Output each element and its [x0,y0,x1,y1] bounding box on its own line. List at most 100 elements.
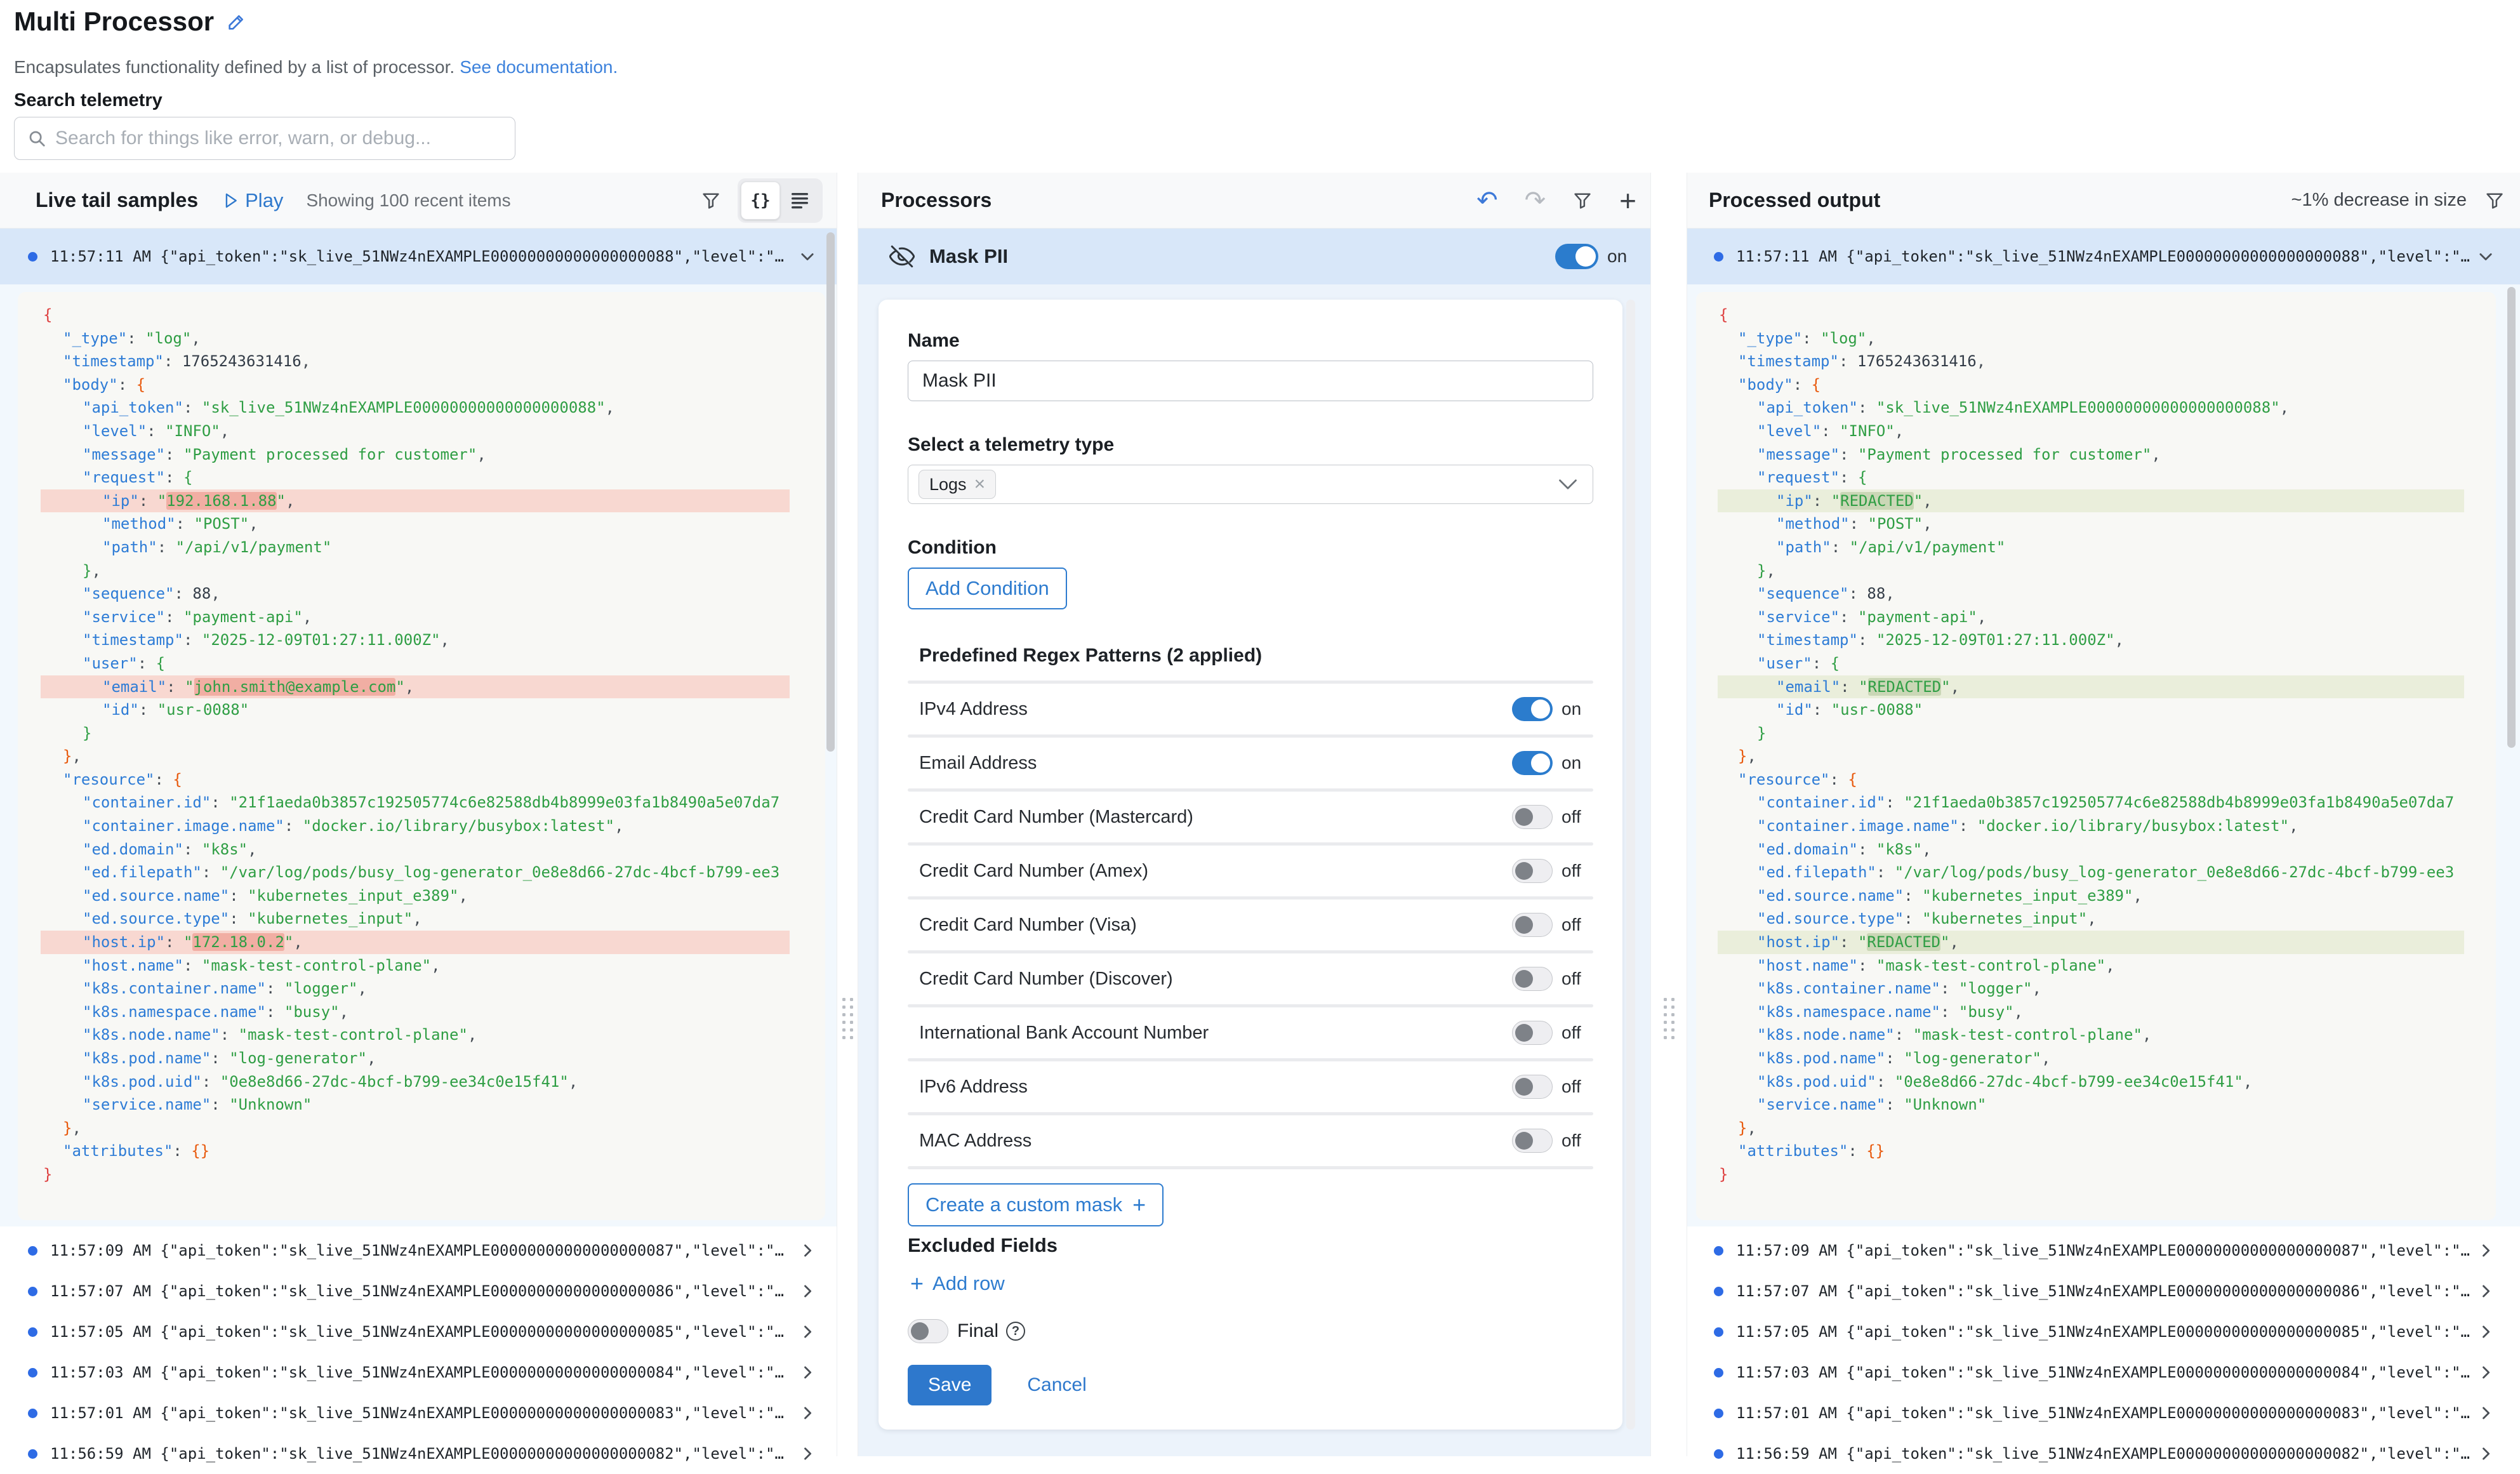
play-button[interactable]: Play [223,189,283,212]
redo-icon[interactable]: ↷ [1525,186,1546,215]
json-view-button[interactable]: {} [741,182,780,220]
chevron-right-icon[interactable] [799,1404,816,1422]
code-line: "path": "/api/v1/payment" [41,536,790,559]
telemetry-type-select[interactable]: Logs × [908,465,1593,504]
code-line: "ed.source.type": "kubernetes_input", [1718,907,2464,931]
left-scrollbar[interactable] [826,232,835,752]
play-icon [223,192,239,209]
search-input[interactable] [55,128,515,149]
code-line: "ed.source.type": "kubernetes_input", [41,907,790,931]
right-scrollbar[interactable] [2507,287,2516,748]
filter-icon[interactable] [701,190,721,211]
log-list: 11:57:09 AM {"api_token":"sk_live_51NWz4… [0,1226,837,1456]
pattern-toggle[interactable] [1512,697,1553,721]
search-icon [27,129,46,148]
save-button[interactable]: Save [908,1365,991,1405]
pattern-toggle[interactable] [1512,859,1553,883]
doc-link[interactable]: See documentation. [460,57,618,77]
expanded-log-row[interactable]: 11:57:11 AM {"api_token":"sk_live_51NWz4… [0,229,837,284]
code-line: "container.image.name": "docker.io/libra… [1718,814,2464,838]
chevron-right-icon[interactable] [799,1445,816,1463]
pattern-toggle[interactable] [1512,913,1553,937]
expanded-log-row[interactable]: 11:57:11 AM {"api_token":"sk_live_51NWz4… [1687,229,2520,284]
pattern-toggle[interactable] [1512,1075,1553,1099]
pattern-state-label: off [1562,1023,1593,1043]
cancel-button[interactable]: Cancel [1027,1374,1086,1396]
add-row-button[interactable]: +Add row [908,1272,1593,1295]
filter-icon[interactable] [1572,190,1593,211]
chevron-right-icon[interactable] [2477,1323,2495,1341]
code-line: "request": { [41,466,790,489]
list-view-button[interactable] [780,182,819,220]
processor-config-card: Name Select a telemetry type Logs × Cond… [879,300,1622,1430]
pattern-toggle[interactable] [1512,1129,1553,1153]
search-telemetry-label: Search telemetry [14,90,162,111]
log-row[interactable]: 11:56:59 AM {"api_token":"sk_live_51NWz4… [0,1433,837,1474]
undo-icon[interactable]: ↶ [1476,186,1498,215]
processor-name-input[interactable] [908,361,1593,401]
pattern-row: IPv4 Addresson [908,684,1593,734]
log-row[interactable]: 11:57:01 AM {"api_token":"sk_live_51NWz4… [0,1393,837,1433]
processor-enabled-toggle[interactable] [1555,244,1598,269]
pattern-label: IPv4 Address [908,699,1028,720]
pattern-toggle[interactable] [1512,967,1553,991]
chevron-right-icon[interactable] [2477,1404,2495,1422]
log-row[interactable]: 11:56:59 AM {"api_token":"sk_live_51NWz4… [1687,1433,2520,1474]
processor-name: Mask PII [929,245,1008,268]
code-line: } [41,722,790,745]
code-line: "host.ip": "172.18.0.2", [41,931,790,954]
card-scrollbar-track[interactable] [1626,300,1635,1430]
log-row[interactable]: 11:57:05 AM {"api_token":"sk_live_51NWz4… [1687,1311,2520,1352]
code-line: "k8s.namespace.name": "busy", [41,1000,790,1024]
pattern-toggle[interactable] [1512,751,1553,775]
chevron-right-icon[interactable] [799,1242,816,1259]
add-condition-button[interactable]: Add Condition [908,568,1067,609]
chevron-right-icon[interactable] [799,1364,816,1381]
log-dot [1714,252,1723,262]
chevron-right-icon[interactable] [2477,1282,2495,1300]
chevron-down-icon[interactable] [799,248,816,265]
chevron-right-icon[interactable] [799,1282,816,1300]
pattern-toggle[interactable] [1512,805,1553,829]
help-icon[interactable]: ? [1006,1322,1025,1341]
chevron-right-icon[interactable] [2477,1242,2495,1259]
processor-row-mask-pii[interactable]: Mask PII on [858,229,1650,284]
log-list: 11:57:09 AM {"api_token":"sk_live_51NWz4… [1687,1226,2520,1456]
pattern-state-label: off [1562,1131,1593,1151]
patterns-list: IPv4 AddressonEmail AddressonCredit Card… [908,681,1593,1169]
final-toggle[interactable] [908,1319,948,1343]
log-dot [28,252,37,262]
edit-title-icon[interactable] [227,11,247,32]
code-line: "host.name": "mask-test-control-plane", [41,954,790,978]
patterns-title: Predefined Regex Patterns (2 applied) [908,645,1593,667]
log-row[interactable]: 11:57:09 AM {"api_token":"sk_live_51NWz4… [0,1230,837,1271]
log-row[interactable]: 11:57:07 AM {"api_token":"sk_live_51NWz4… [0,1271,837,1311]
pattern-toggle[interactable] [1512,1021,1553,1045]
log-row[interactable]: 11:57:01 AM {"api_token":"sk_live_51NWz4… [1687,1393,2520,1433]
log-row[interactable]: 11:57:03 AM {"api_token":"sk_live_51NWz4… [0,1352,837,1393]
add-processor-icon[interactable]: + [1619,186,1636,215]
code-line: }, [41,745,790,768]
chevron-right-icon[interactable] [2477,1364,2495,1381]
create-custom-mask-button[interactable]: Create a custom mask+ [908,1183,1164,1226]
log-row[interactable]: 11:57:07 AM {"api_token":"sk_live_51NWz4… [1687,1271,2520,1311]
log-preview-text: 11:57:11 AM {"api_token":"sk_live_51NWz4… [1736,248,2477,265]
code-line: "k8s.pod.uid": "0e8e8d66-27dc-4bcf-b799-… [1718,1070,2464,1094]
log-row[interactable]: 11:57:09 AM {"api_token":"sk_live_51NWz4… [1687,1230,2520,1271]
pattern-state-label: off [1562,1077,1593,1097]
log-row[interactable]: 11:57:05 AM {"api_token":"sk_live_51NWz4… [0,1311,837,1352]
panel-resizer[interactable] [837,173,858,1456]
log-preview-text: 11:56:59 AM {"api_token":"sk_live_51NWz4… [50,1445,799,1463]
log-dot [28,1409,37,1418]
page-description: Encapsulates functionality defined by a … [14,57,618,77]
remove-chip-icon[interactable]: × [974,474,986,495]
chevron-down-icon[interactable] [2477,248,2495,265]
log-dot [28,1327,37,1337]
live-tail-panel: Live tail samples Play Showing 100 recen… [0,173,837,1456]
panel-resizer[interactable] [1650,173,1687,1456]
filter-icon[interactable] [2484,190,2505,211]
chevron-right-icon[interactable] [799,1323,816,1341]
chevron-right-icon[interactable] [2477,1445,2495,1463]
code-line: "_type": "log", [1718,327,2464,350]
log-row[interactable]: 11:57:03 AM {"api_token":"sk_live_51NWz4… [1687,1352,2520,1393]
